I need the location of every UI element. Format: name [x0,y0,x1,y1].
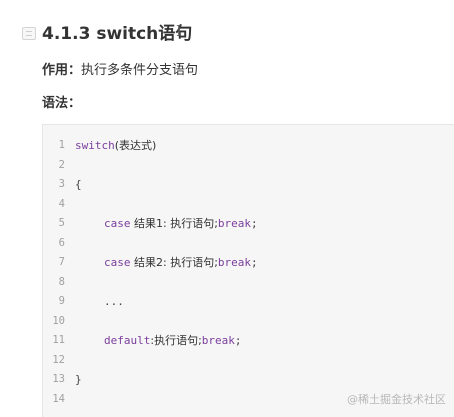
line-number: 11 [52,334,65,346]
code-keyword: default [104,334,151,347]
line-number: 2 [58,158,65,171]
line-number: 10 [52,314,65,327]
syntax-label: 语法： [42,96,82,111]
code-text: :执行语句; [150,334,202,347]
code-keyword: break [217,256,252,269]
syntax-paragraph: 语法： [42,94,81,114]
line-number: 6 [58,236,65,249]
line-number: 3 [58,178,65,190]
code-block[interactable]: 1 switch(表达式) 2 3 { 4 5 case 结果1: 执行语句;b… [42,124,454,417]
line-number: 13 [52,373,65,385]
code-keyword: case [104,256,131,269]
watermark: @稀土掘金技术社区 [347,393,446,406]
line-number: 8 [58,275,65,288]
line-number: 5 [58,217,65,229]
code-text: ; [251,256,258,269]
line-number: 4 [58,197,65,210]
purpose-text: 执行多条件分支语句 [81,63,199,78]
document-icon [22,27,36,40]
line-number: 12 [52,353,65,366]
code-text: ; [234,334,242,347]
section-heading: 4.1.3 switch语句 [42,24,193,44]
code-keyword: break [201,334,235,347]
code-text: (表达式) [114,139,157,152]
code-text: } [75,373,82,386]
code-keyword: case [104,217,131,230]
code-text: 结果1: 执行语句; [130,217,218,230]
line-number: 7 [58,256,65,268]
code-text: ; [251,217,258,230]
text-cursor-icon: I [176,22,182,40]
code-text: 结果2: 执行语句; [130,256,218,269]
code-keyword: switch [75,139,115,152]
code-text: ... [104,295,124,308]
code-text: { [75,178,82,191]
purpose-label: 作用： [42,63,82,78]
line-number: 9 [58,295,65,307]
code-keyword: break [217,217,252,230]
line-number: 1 [58,139,65,151]
purpose-paragraph: 作用：执行多条件分支语句 [42,61,198,81]
line-number: 14 [52,392,65,405]
